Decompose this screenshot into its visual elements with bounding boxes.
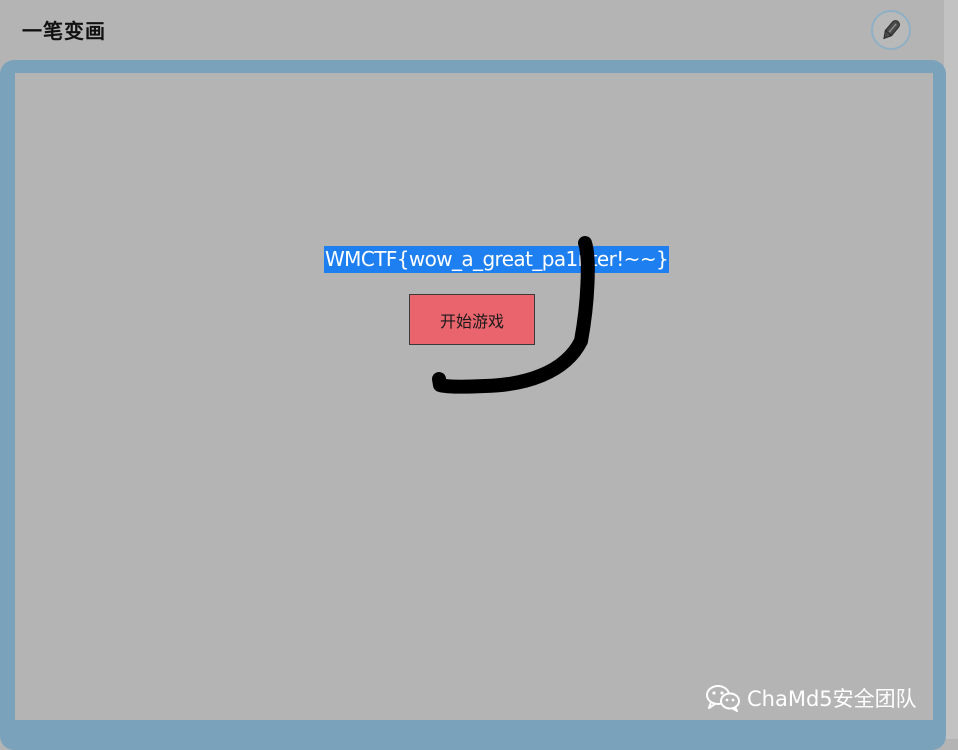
watermark-text: ChaMd5安全团队: [747, 687, 917, 711]
wechat-icon: [706, 685, 740, 712]
start-game-button[interactable]: 开始游戏: [409, 294, 535, 345]
header-bar: 一笔变画: [0, 0, 958, 60]
pen-icon: [883, 20, 900, 40]
flag-text: WMCTF{wow_a_great_pa1nter!~~}: [324, 246, 670, 273]
pen-tool-button[interactable]: [871, 10, 911, 50]
scrollbar-track[interactable]: [944, 0, 958, 739]
watermark: ChaMd5安全团队: [705, 683, 917, 713]
drawn-stroke-layer: [432, 236, 595, 394]
drawing-canvas[interactable]: WMCTF{wow_a_great_pa1nter!~~} 开始游戏: [15, 73, 933, 720]
page-title: 一笔变画: [22, 19, 106, 43]
